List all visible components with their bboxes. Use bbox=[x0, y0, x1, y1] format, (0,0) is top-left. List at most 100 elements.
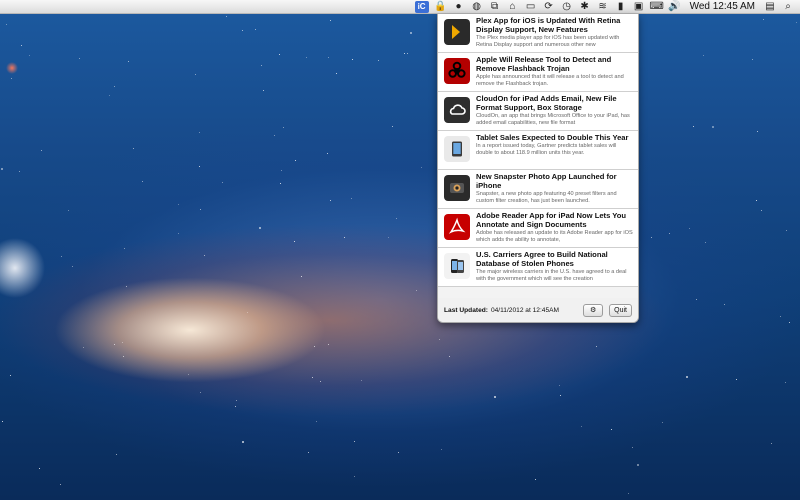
star bbox=[352, 59, 353, 60]
sync-icon[interactable]: ⟳ bbox=[543, 1, 555, 13]
time-machine-icon[interactable]: ◷ bbox=[561, 1, 573, 13]
user-icon[interactable]: ▤ bbox=[764, 1, 776, 13]
star bbox=[83, 347, 84, 348]
last-updated-label: Last Updated: bbox=[444, 306, 488, 314]
star bbox=[79, 58, 80, 59]
app-menu-icon[interactable]: iC bbox=[414, 0, 429, 13]
star bbox=[122, 342, 123, 343]
spotlight-search-icon[interactable]: ⌕ bbox=[782, 1, 794, 13]
volume-icon[interactable]: 🔊 bbox=[668, 1, 680, 13]
star bbox=[21, 45, 22, 46]
star bbox=[637, 464, 639, 466]
home-icon[interactable]: ⌂ bbox=[507, 1, 519, 13]
star bbox=[398, 452, 399, 453]
star bbox=[320, 381, 321, 382]
star bbox=[178, 204, 179, 205]
news-title: Plex App for iOS is Updated With Retina … bbox=[476, 16, 621, 34]
star bbox=[72, 266, 73, 267]
star bbox=[39, 468, 40, 469]
news-item[interactable]: Apple Will Release Tool to Detect and Re… bbox=[438, 53, 638, 92]
display-icon[interactable]: ▣ bbox=[633, 1, 645, 13]
star bbox=[68, 210, 69, 211]
star bbox=[388, 237, 389, 238]
menubar-clock[interactable]: Wed 12:45 AM bbox=[687, 1, 758, 12]
star bbox=[724, 304, 725, 305]
star bbox=[328, 344, 329, 345]
quit-button[interactable]: Quit bbox=[609, 303, 632, 317]
star bbox=[242, 30, 243, 31]
star bbox=[686, 376, 688, 378]
bluetooth-icon[interactable]: ✱ bbox=[579, 1, 591, 13]
news-title: CloudOn for iPad Adds Email, New File Fo… bbox=[476, 94, 617, 112]
star bbox=[328, 57, 329, 58]
keyboard-icon[interactable]: ⌨ bbox=[649, 1, 663, 13]
desktop-wallpaper bbox=[0, 0, 800, 500]
star bbox=[242, 441, 244, 443]
settings-button[interactable]: ⚙ bbox=[583, 303, 604, 317]
star bbox=[200, 209, 201, 210]
star bbox=[195, 74, 196, 75]
news-list: Plex App for iOS is Updated With Retina … bbox=[438, 14, 638, 287]
star bbox=[789, 322, 790, 323]
star bbox=[283, 127, 284, 128]
folder-icon[interactable]: ▭ bbox=[525, 1, 537, 13]
star bbox=[559, 385, 560, 386]
gear-icon: ⚙ bbox=[590, 307, 597, 314]
star bbox=[392, 126, 393, 127]
star bbox=[316, 421, 317, 422]
star bbox=[330, 200, 331, 201]
lock-icon[interactable]: 🔒 bbox=[434, 1, 446, 13]
news-title: Adobe Reader App for iPad Now Lets You A… bbox=[476, 211, 627, 229]
star bbox=[200, 392, 201, 393]
star bbox=[6, 24, 7, 25]
star bbox=[407, 53, 408, 54]
news-item[interactable]: CloudOn for iPad Adds Email, New File Fo… bbox=[438, 92, 638, 131]
star bbox=[354, 476, 355, 477]
star bbox=[410, 32, 412, 34]
globe-icon[interactable]: ◍ bbox=[471, 1, 483, 13]
news-item[interactable]: U.S. Carriers Agree to Build National Da… bbox=[438, 248, 638, 287]
star bbox=[757, 131, 758, 132]
news-title: Apple Will Release Tool to Detect and Re… bbox=[476, 55, 612, 73]
star bbox=[281, 170, 282, 171]
star bbox=[314, 346, 315, 347]
camera-icon bbox=[444, 175, 470, 201]
network-icon[interactable]: ⧉ bbox=[489, 1, 501, 13]
star bbox=[404, 53, 405, 54]
news-item[interactable]: Tablet Sales Expected to Double This Yea… bbox=[438, 131, 638, 170]
star bbox=[10, 375, 11, 376]
status-icon[interactable]: ● bbox=[453, 1, 465, 13]
star bbox=[236, 400, 237, 401]
star bbox=[2, 421, 3, 422]
news-summary: The major wireless carriers in the U.S. … bbox=[476, 269, 627, 282]
star bbox=[279, 54, 280, 55]
star bbox=[662, 422, 663, 423]
news-title: New Snapster Photo App Launched for iPho… bbox=[476, 172, 617, 190]
star bbox=[632, 447, 633, 448]
star bbox=[736, 379, 737, 380]
star bbox=[301, 276, 302, 277]
star bbox=[756, 200, 757, 201]
news-item[interactable]: New Snapster Photo App Launched for iPho… bbox=[438, 170, 638, 209]
news-title: Tablet Sales Expected to Double This Yea… bbox=[476, 133, 629, 142]
news-title: U.S. Carriers Agree to Build National Da… bbox=[476, 250, 608, 268]
star bbox=[703, 55, 704, 56]
news-popover: Plex App for iOS is Updated With Retina … bbox=[437, 14, 639, 323]
menu-bar: iC 🔒 ● ◍ ⧉ ⌂ ▭ ⟳ ◷ ✱ ≋ ▮ ▣ ⌨ 🔊 Wed 12:45… bbox=[0, 0, 800, 14]
star bbox=[780, 316, 781, 317]
news-item[interactable]: Plex App for iOS is Updated With Retina … bbox=[438, 14, 638, 53]
news-item[interactable]: Adobe Reader App for iPad Now Lets You A… bbox=[438, 209, 638, 248]
star bbox=[705, 242, 706, 243]
news-summary: Apple has announced that it will release… bbox=[476, 74, 624, 87]
star bbox=[235, 406, 236, 407]
star bbox=[786, 230, 787, 231]
star bbox=[712, 126, 714, 128]
battery-icon[interactable]: ▮ bbox=[615, 1, 627, 13]
star bbox=[449, 356, 450, 357]
cloud-icon bbox=[444, 97, 470, 123]
adobe-reader-icon bbox=[444, 214, 470, 240]
star bbox=[308, 452, 309, 453]
star bbox=[378, 60, 379, 61]
wifi-icon[interactable]: ≋ bbox=[597, 1, 609, 13]
ipad-icon bbox=[444, 136, 470, 162]
